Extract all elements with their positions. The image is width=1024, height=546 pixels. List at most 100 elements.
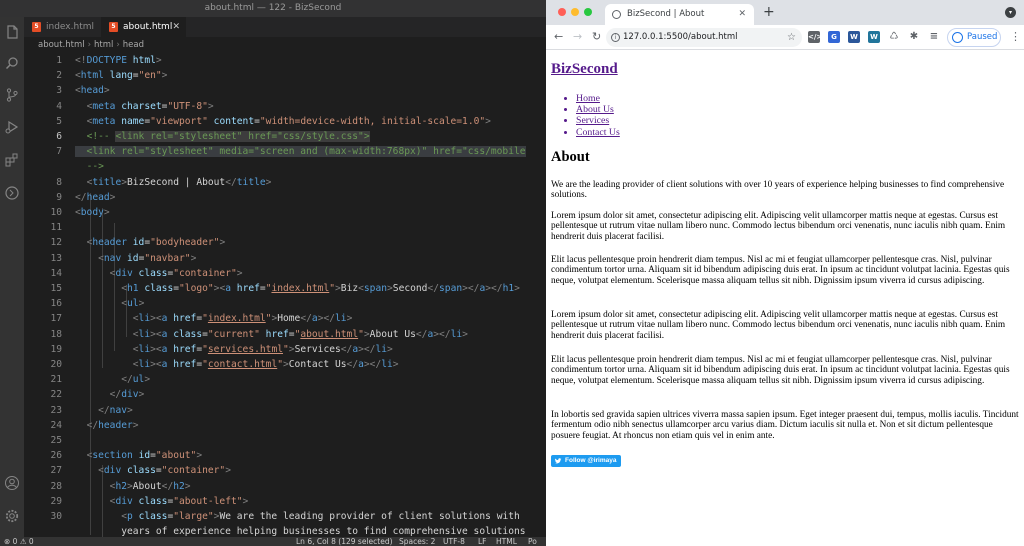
line-number: 16	[50, 298, 62, 310]
back-arrow-icon[interactable]: ←	[554, 30, 563, 44]
info-icon[interactable]: i	[611, 33, 620, 42]
chrome-window: BizSecond | About ✕ + ▾ ← → ↻ i 127.0.0.…	[546, 0, 1024, 546]
explorer-icon[interactable]	[4, 24, 20, 40]
search-icon[interactable]	[4, 55, 20, 71]
code-line[interactable]: 13 <nav id="navbar">	[24, 251, 546, 266]
live-server-port[interactable]: Po	[528, 537, 537, 546]
close-icon[interactable]: ✕	[172, 17, 180, 37]
source-control-icon[interactable]	[4, 87, 20, 103]
code-line[interactable]: 16 <ul>	[24, 296, 546, 311]
site-logo-link[interactable]: BizSecond	[551, 61, 618, 78]
code-text: </header>	[86, 419, 139, 431]
forward-arrow-icon[interactable]: →	[573, 30, 582, 44]
profile-status: Paused	[967, 32, 998, 42]
language-mode[interactable]: HTML	[496, 537, 517, 546]
media-control-icon[interactable]: ≡	[928, 31, 940, 43]
code-line[interactable]: 23 </nav>	[24, 403, 546, 418]
remote-icon[interactable]	[4, 185, 20, 201]
code-line[interactable]: 8 <title>BizSecond | About</title>	[24, 175, 546, 190]
line-number: 10	[50, 207, 62, 218]
code-line[interactable]: 14 <div class="container">	[24, 266, 546, 281]
word-extension-icon[interactable]: W	[848, 31, 860, 43]
cursor-position[interactable]: Ln 6, Col 8 (129 selected)	[296, 537, 393, 546]
vscode-title-bar: about.html — 122 - BizSecond	[0, 0, 546, 17]
code-text: <div class="about-left">	[109, 495, 249, 507]
code-line[interactable]: 7 <link rel="stylesheet" media="screen a…	[24, 144, 546, 159]
code-line[interactable]: 22 </div>	[24, 387, 546, 402]
bookmark-star-icon[interactable]: ☆	[787, 28, 796, 47]
code-line[interactable]: 4 <meta charset="UTF-8">	[24, 99, 546, 114]
run-debug-icon[interactable]	[4, 119, 20, 135]
line-number: 1	[56, 55, 62, 66]
code-text: <li><a href="contact.html">Contact Us</a…	[132, 359, 399, 370]
close-window-button[interactable]	[558, 8, 566, 16]
code-line[interactable]: 2 <html lang="en">	[24, 68, 546, 83]
nav-link-about[interactable]: About Us	[576, 104, 614, 115]
code-line[interactable]: 18 <li><a class="current" href="about.ht…	[24, 327, 546, 342]
code-line[interactable]: 27 <div class="container">	[24, 463, 546, 478]
code-line[interactable]: 5 <meta name="viewport" content="width=d…	[24, 114, 546, 129]
line-ending[interactable]: LF	[478, 537, 487, 546]
twitter-follow-button[interactable]: Follow @irimaya	[551, 455, 621, 467]
problems-count[interactable]: ⊗ 0 ⚠ 0	[4, 537, 34, 546]
code-line[interactable]: 24 </header>	[24, 418, 546, 433]
code-text: <html lang="en">	[75, 70, 168, 82]
translate-extension-icon[interactable]: G	[828, 31, 840, 43]
tab-search-icon[interactable]: ▾	[1005, 7, 1016, 18]
wordpress-extension-icon[interactable]: W	[868, 31, 880, 43]
code-line[interactable]: 21 </ul>	[24, 372, 546, 387]
breadcrumb-html[interactable]: html	[94, 40, 113, 50]
tab-index-html[interactable]: 5 index.html	[24, 17, 99, 37]
recycle-extension-icon[interactable]: ♺	[888, 31, 900, 43]
code-text: <ul>	[121, 298, 145, 310]
site-nav: Home About Us Services Contact Us	[576, 93, 620, 138]
code-line[interactable]: 6 <!-- <link rel="stylesheet" href="css/…	[24, 129, 546, 144]
tab-label: index.html	[46, 22, 94, 32]
nav-link-contact[interactable]: Contact Us	[576, 127, 620, 138]
code-text: </nav>	[98, 404, 133, 416]
code-line[interactable]: 28 <h2>About</h2>	[24, 479, 546, 494]
address-bar[interactable]: i 127.0.0.1:5500/about.html ☆	[606, 28, 802, 47]
code-line[interactable]: 3 <head>	[24, 83, 546, 98]
code-editor[interactable]: 1 <!DOCTYPE html> 2 <html lang="en"> 3 <head>…	[24, 53, 546, 537]
breadcrumb-file[interactable]: about.html	[38, 40, 85, 50]
puzzle-extensions-icon[interactable]: ✱	[908, 31, 920, 43]
nav-item-services: Services	[576, 115, 620, 126]
more-menu-icon[interactable]: ⋮	[1010, 30, 1021, 44]
code-line[interactable]: 11	[24, 220, 546, 235]
maximize-window-button[interactable]	[584, 8, 592, 16]
code-line[interactable]: 10 <body>	[24, 205, 546, 220]
encoding[interactable]: UTF-8	[443, 537, 465, 546]
settings-gear-icon[interactable]	[4, 508, 20, 524]
extensions-icon[interactable]	[4, 152, 20, 168]
code-line[interactable]: 1 <!DOCTYPE html>	[24, 53, 546, 68]
indentation[interactable]: Spaces: 2	[399, 537, 435, 546]
code-extension-icon[interactable]: </>	[808, 31, 822, 43]
close-icon[interactable]: ✕	[738, 4, 746, 25]
nav-link-home[interactable]: Home	[576, 93, 600, 104]
code-line[interactable]: 17 <li><a href="index.html">Home</a></li…	[24, 311, 546, 326]
code-line[interactable]: -->	[24, 159, 546, 174]
tab-about-html[interactable]: 5 about.html ✕	[101, 17, 186, 37]
html5-icon: 5	[32, 22, 41, 32]
code-line[interactable]: 19 <li><a href="services.html">Services<…	[24, 342, 546, 357]
nav-link-services[interactable]: Services	[576, 115, 609, 126]
code-text: <!DOCTYPE html>	[75, 55, 162, 66]
account-icon[interactable]	[4, 475, 20, 491]
code-line[interactable]: 30 <p class="large">We are the leading p…	[24, 509, 546, 524]
new-tab-button[interactable]: +	[763, 5, 775, 19]
code-line[interactable]: 25	[24, 433, 546, 448]
code-line[interactable]: 20 <li><a href="contact.html">Contact Us…	[24, 357, 546, 372]
page-title: About	[551, 149, 590, 165]
reload-icon[interactable]: ↻	[592, 30, 601, 44]
breadcrumb-head[interactable]: head	[123, 40, 144, 50]
code-line[interactable]: 15 <h1 class="logo"><a href="index.html"…	[24, 281, 546, 296]
profile-paused-button[interactable]: Paused	[947, 28, 1001, 47]
minimize-window-button[interactable]	[571, 8, 579, 16]
code-line[interactable]: 9 </head>	[24, 190, 546, 205]
code-line[interactable]: 12 <header id="bodyheader">	[24, 235, 546, 250]
browser-tab[interactable]: BizSecond | About ✕	[605, 4, 754, 25]
code-line[interactable]: 26 <section id="about">	[24, 448, 546, 463]
body-paragraph: Lorem ipsum dolor sit amet, consectetur …	[551, 310, 1006, 341]
code-line[interactable]: 29 <div class="about-left">	[24, 494, 546, 509]
